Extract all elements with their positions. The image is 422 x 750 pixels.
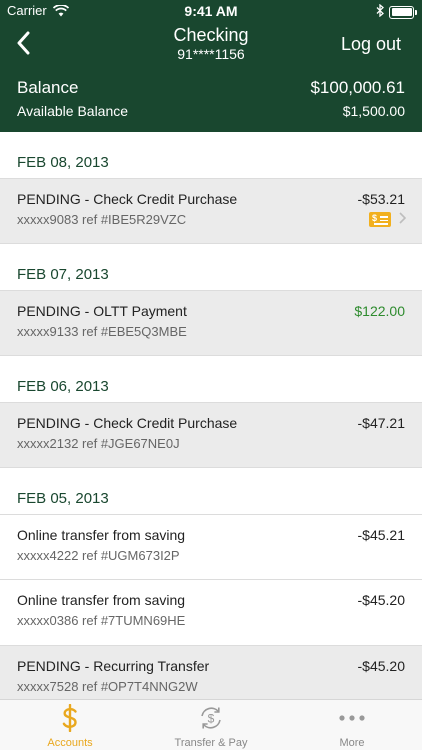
transaction-list[interactable]: FEB 08, 2013 PENDING - Check Credit Purc… <box>0 132 422 699</box>
section-date: FEB 05, 2013 <box>0 468 422 514</box>
app-header: Carrier 9:41 AM Checking 91****1156 Log … <box>0 0 422 132</box>
transaction-title: Online transfer from saving <box>17 527 186 543</box>
transaction-row[interactable]: PENDING - OLTT Payment xxxxx9133 ref #EB… <box>0 290 422 356</box>
battery-icon <box>389 5 417 19</box>
transaction-title: PENDING - Check Credit Purchase <box>17 191 238 207</box>
tab-label: Transfer & Pay <box>174 737 248 749</box>
transaction-ref: xxxxx9133 ref #EBE5Q3MBE <box>17 324 187 339</box>
available-balance-label: Available Balance <box>17 103 129 119</box>
balance-row: Balance $100,000.61 <box>17 78 405 100</box>
transaction-title: PENDING - Recurring Transfer <box>17 658 210 674</box>
transaction-ref: xxxxx4222 ref #UGM673I2P <box>17 548 180 563</box>
transaction-ref: xxxxx9083 ref #IBE5R29VZC <box>17 212 187 227</box>
transaction-amount: -$47.21 <box>357 415 405 431</box>
balance-value: $100,000.61 <box>310 78 405 97</box>
transaction-amount: -$45.20 <box>357 658 405 674</box>
nav-bar: Checking 91****1156 Log out <box>0 22 422 68</box>
dollar-icon <box>0 704 140 732</box>
check-image-icon[interactable]: $ <box>369 212 391 227</box>
tab-accounts[interactable]: Accounts <box>0 700 140 750</box>
bluetooth-icon <box>376 3 384 20</box>
tab-transfer-pay[interactable]: $ Transfer & Pay <box>141 700 281 750</box>
more-dots-icon <box>282 704 422 732</box>
transaction-title: Online transfer from saving <box>17 592 186 608</box>
transfer-icon: $ <box>141 704 281 732</box>
tab-label: Accounts <box>47 737 93 749</box>
transaction-amount: -$53.21 <box>357 191 405 207</box>
section-date: FEB 06, 2013 <box>0 356 422 402</box>
transaction-row[interactable]: Online transfer from saving xxxxx0386 re… <box>0 580 422 646</box>
tab-bar: Accounts $ Transfer & Pay More <box>0 699 422 750</box>
transaction-ref: xxxxx0386 ref #7TUMN69HE <box>17 613 186 628</box>
check-badge-glyph: $ <box>372 213 378 223</box>
transaction-amount: -$45.21 <box>357 527 405 543</box>
transaction-row[interactable]: PENDING - Check Credit Purchase xxxxx213… <box>0 402 422 468</box>
svg-text:$: $ <box>208 712 215 726</box>
logout-button[interactable]: Log out <box>341 34 401 55</box>
transaction-title: PENDING - OLTT Payment <box>17 303 187 319</box>
transaction-ref: xxxxx2132 ref #JGE67NE0J <box>17 436 180 451</box>
status-time: 9:41 AM <box>184 3 238 19</box>
chevron-right-icon <box>399 211 407 229</box>
tab-more[interactable]: More <box>282 700 422 750</box>
available-balance-row: Available Balance $1,500.00 <box>17 103 405 121</box>
available-balance-value: $1,500.00 <box>342 103 405 119</box>
tab-label: More <box>339 737 365 749</box>
status-bar: Carrier 9:41 AM <box>0 0 422 22</box>
transaction-row[interactable]: PENDING - Recurring Transfer xxxxx7528 r… <box>0 646 422 699</box>
section-date: FEB 07, 2013 <box>0 244 422 290</box>
transaction-amount: $122.00 <box>354 303 405 319</box>
balance-label: Balance <box>17 78 79 97</box>
transaction-amount: -$45.20 <box>357 592 405 608</box>
transaction-title: PENDING - Check Credit Purchase <box>17 415 238 431</box>
section-date: FEB 08, 2013 <box>0 132 422 178</box>
transaction-row[interactable]: PENDING - Check Credit Purchase xxxxx908… <box>0 178 422 244</box>
transaction-ref: xxxxx7528 ref #OP7T4NNG2W <box>17 679 198 694</box>
transaction-row[interactable]: Online transfer from saving xxxxx4222 re… <box>0 514 422 580</box>
